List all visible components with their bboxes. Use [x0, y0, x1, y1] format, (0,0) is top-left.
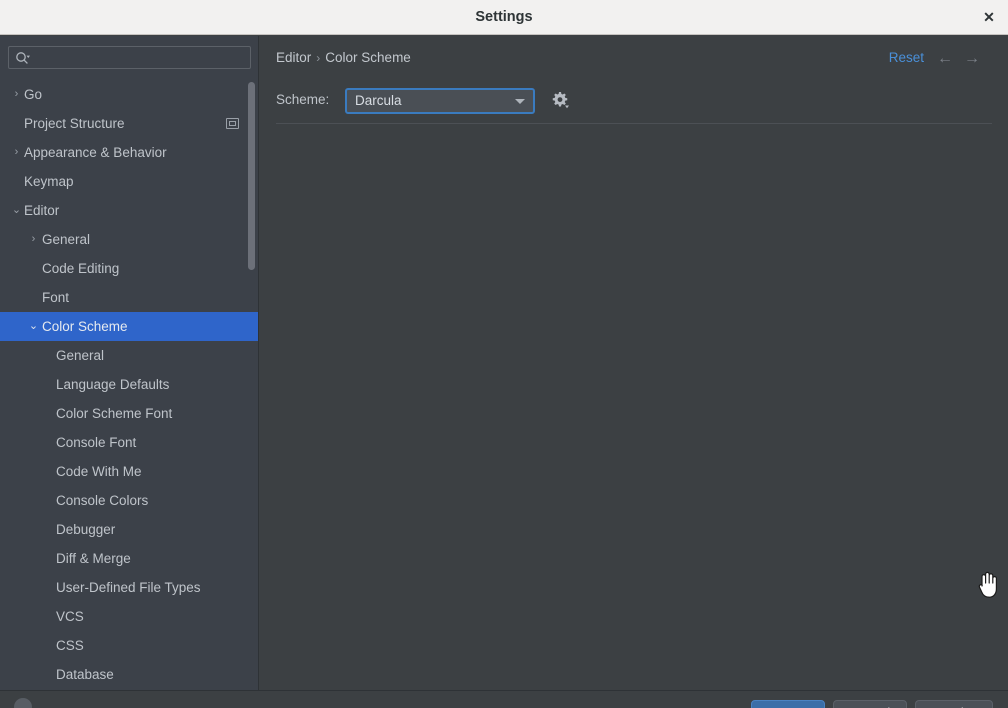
sidebar-item-label: Appearance & Behavior	[24, 145, 167, 160]
chevron-down-icon[interactable]: ⌄	[10, 196, 23, 225]
chevron-right-icon[interactable]: ›	[27, 225, 40, 254]
sidebar-item-general[interactable]: General	[0, 341, 258, 370]
sidebar-item-label: Diff & Merge	[56, 551, 131, 566]
help-icon[interactable]	[14, 698, 32, 708]
window-body: › Go Project Structure › Appearance & Behavi…	[0, 36, 1008, 690]
sidebar-item-editor[interactable]: ⌄ Editor	[0, 196, 258, 225]
sidebar-item-language-defaults[interactable]: Language Defaults	[0, 370, 258, 399]
search-input[interactable]	[35, 47, 249, 70]
nav-arrows: ← →	[934, 49, 988, 69]
settings-tree: › Go Project Structure › Appearance & Behavi…	[0, 80, 258, 690]
sidebar-item-code-editing[interactable]: Code Editing	[0, 254, 258, 283]
sidebar-item-diff-merge[interactable]: Diff & Merge	[0, 544, 258, 573]
scheme-label: Scheme:	[276, 92, 330, 107]
sidebar-scrollbar-thumb[interactable]	[248, 82, 255, 270]
sidebar-item-label: Console Colors	[56, 493, 149, 508]
sidebar-item-database[interactable]: Database	[0, 660, 258, 689]
chevron-right-icon[interactable]: ›	[10, 80, 23, 109]
sidebar-item-general[interactable]: › General	[0, 225, 258, 254]
sidebar-item-color-scheme-font[interactable]: Color Scheme Font	[0, 399, 258, 428]
sidebar-item-debugger[interactable]: Debugger	[0, 515, 258, 544]
settings-window: Settings ✕ › Go Project Structure › Appe…	[0, 0, 1008, 708]
chevron-down-icon	[515, 99, 525, 104]
sidebar-item-label: Font	[42, 290, 70, 305]
sidebar-item-code-with-me[interactable]: Code With Me	[0, 457, 258, 486]
chevron-right-icon[interactable]: ›	[10, 138, 23, 167]
reset-link[interactable]: Reset	[889, 50, 924, 65]
sidebar-item-label: Project Structure	[24, 116, 125, 131]
sidebar-item-project-structure[interactable]: Project Structure	[0, 109, 258, 138]
sidebar-item-keymap[interactable]: Keymap	[0, 167, 258, 196]
breadcrumb-separator: ›	[316, 51, 321, 65]
sidebar-item-console-font[interactable]: Console Font	[0, 428, 258, 457]
sidebar-item-user-defined-file-types[interactable]: User-Defined File Types	[0, 573, 258, 602]
breadcrumb: Editor › Color Scheme	[276, 50, 411, 65]
forward-arrow-icon[interactable]: →	[961, 49, 983, 69]
gear-icon[interactable]	[550, 90, 570, 110]
chevron-down-icon[interactable]: ⌄	[27, 312, 40, 341]
breadcrumb-root[interactable]: Editor	[276, 50, 311, 65]
sidebar-item-label: User-Defined File Types	[56, 580, 201, 595]
ok-button[interactable]: OK	[751, 700, 825, 708]
sidebar-item-label: CSS	[56, 638, 84, 653]
sidebar-item-label: Keymap	[24, 174, 74, 189]
settings-sidebar: › Go Project Structure › Appearance & Behavi…	[0, 36, 259, 690]
close-icon[interactable]: ✕	[978, 6, 1000, 28]
sidebar-item-vcs[interactable]: VCS	[0, 602, 258, 631]
sidebar-item-label: Console Font	[56, 435, 137, 450]
sidebar-item-label: Code Editing	[42, 261, 120, 276]
sidebar-item-console-colors[interactable]: Console Colors	[0, 486, 258, 515]
sidebar-item-color-scheme[interactable]: ⌄ Color Scheme	[0, 312, 258, 341]
sidebar-item-label: Language Defaults	[56, 377, 170, 392]
sidebar-item-label: Debugger	[56, 522, 116, 537]
sidebar-item-label: Color Scheme Font	[56, 406, 173, 421]
sidebar-item-label: General	[42, 232, 91, 247]
sidebar-item-label: Code With Me	[56, 464, 142, 479]
back-arrow-icon[interactable]: ←	[934, 49, 956, 69]
sidebar-item-appearance-behavior[interactable]: › Appearance & Behavior	[0, 138, 258, 167]
apply-button[interactable]: Apply	[915, 700, 993, 708]
window-title: Settings	[475, 9, 533, 25]
panel-separator	[276, 123, 992, 124]
sidebar-item-css[interactable]: CSS	[0, 631, 258, 660]
sidebar-item-go[interactable]: › Go	[0, 80, 258, 109]
search-field-wrapper	[8, 46, 251, 70]
sidebar-item-label: VCS	[56, 609, 84, 624]
sidebar-item-label: Go	[24, 87, 43, 102]
settings-panel: Editor › Color Scheme Reset ← → Scheme: Da…	[260, 36, 1008, 690]
cancel-button[interactable]: Cancel	[833, 700, 907, 708]
window-titlebar: Settings ✕	[0, 0, 1008, 35]
sidebar-item-label: General	[56, 348, 105, 363]
search-icon	[15, 51, 31, 66]
bottom-bar: OK Cancel Apply	[0, 690, 1008, 708]
sidebar-item-label: Color Scheme	[42, 319, 128, 334]
search-box[interactable]	[8, 46, 251, 70]
sidebar-item-font[interactable]: Font	[0, 283, 258, 312]
project-structure-badge-icon	[226, 118, 239, 129]
scheme-dropdown-value: Darcula	[355, 93, 402, 108]
sidebar-item-label: Editor	[24, 203, 60, 218]
sidebar-item-label: Database	[56, 667, 114, 682]
scheme-dropdown[interactable]: Darcula	[345, 88, 535, 114]
breadcrumb-current: Color Scheme	[325, 50, 411, 65]
